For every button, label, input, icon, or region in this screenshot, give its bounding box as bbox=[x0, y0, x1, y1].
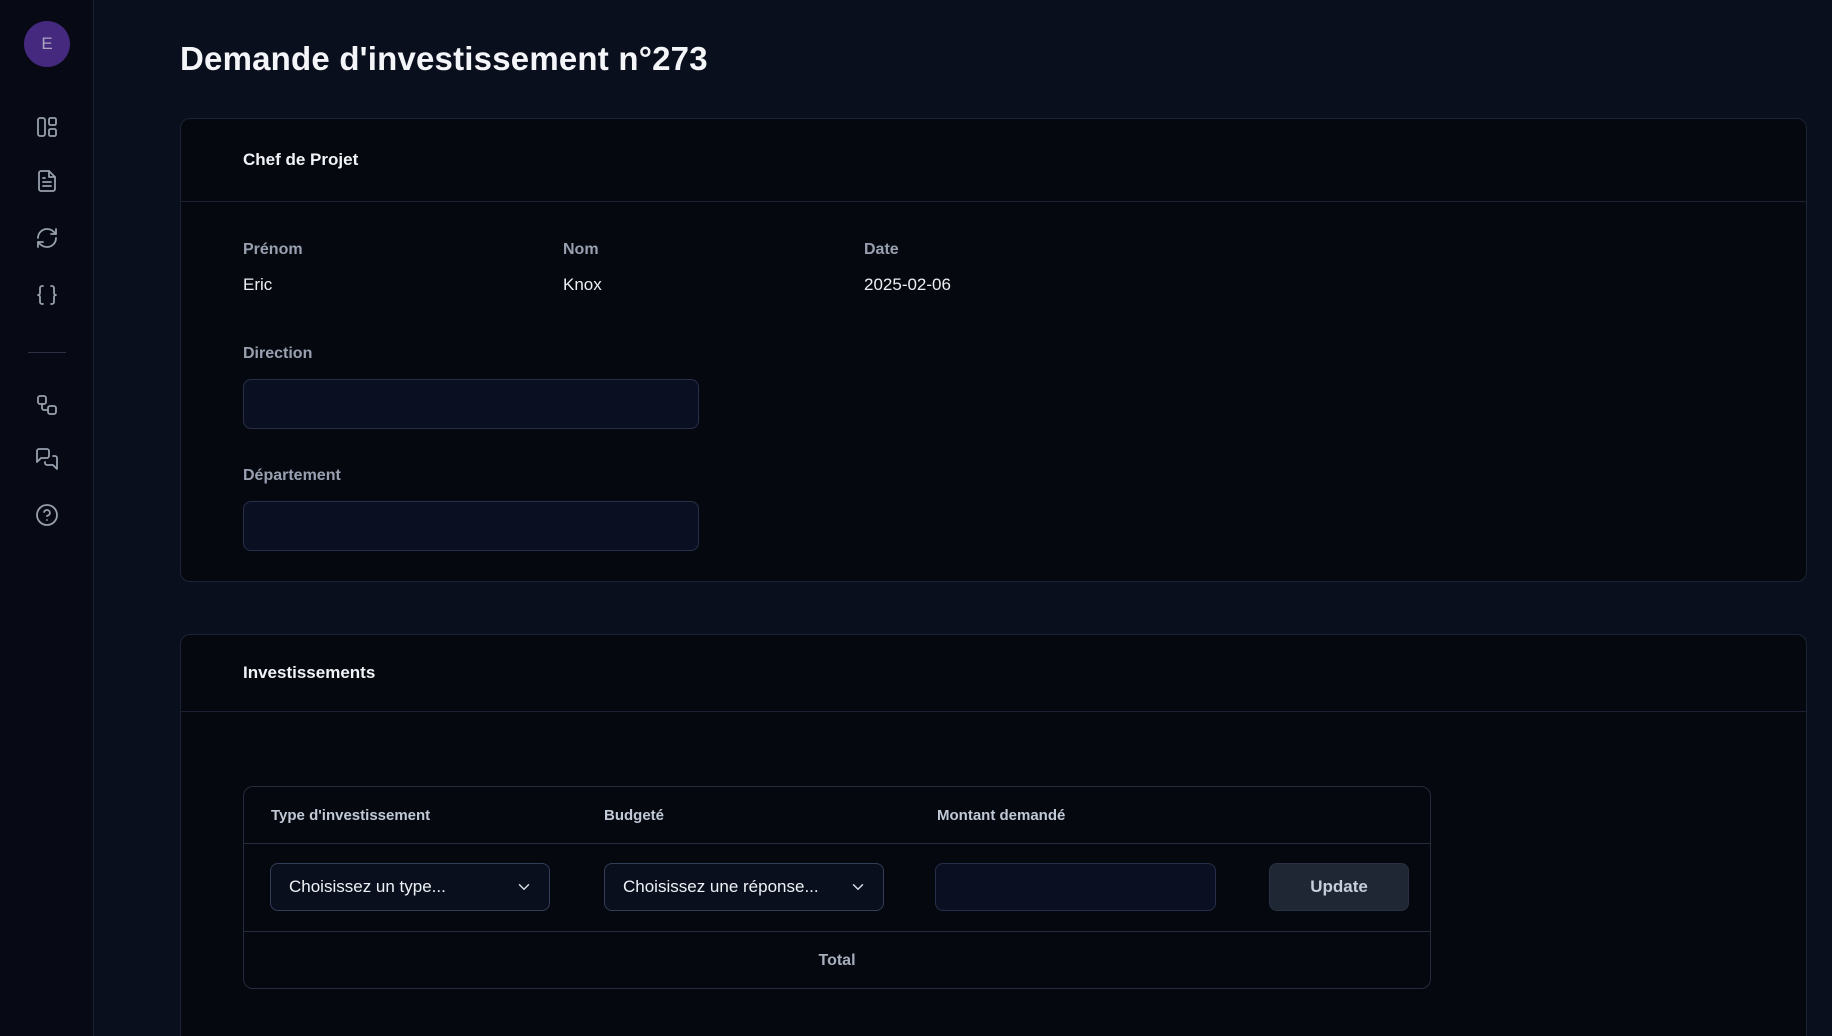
prenom-value: Eric bbox=[243, 275, 272, 295]
total-row: Total bbox=[244, 932, 1430, 989]
sync-icon[interactable] bbox=[35, 226, 59, 250]
prenom-label: Prénom bbox=[243, 241, 303, 259]
project-leader-card-title: Chef de Projet bbox=[181, 119, 1806, 202]
sidebar-divider bbox=[28, 352, 66, 353]
date-value: 2025-02-06 bbox=[864, 275, 951, 295]
investments-table: Type d'investissement Budgeté Montant de… bbox=[243, 786, 1431, 989]
investments-card: Investissements Type d'investissement Bu… bbox=[180, 634, 1807, 1036]
col-header-montant: Montant demandé bbox=[937, 787, 1065, 844]
investments-card-title: Investissements bbox=[181, 635, 1806, 712]
nom-label: Nom bbox=[563, 241, 599, 259]
budget-select[interactable]: Choisissez une réponse... bbox=[604, 863, 884, 911]
help-icon[interactable] bbox=[35, 503, 59, 527]
type-select[interactable]: Choisissez un type... bbox=[270, 863, 550, 911]
col-header-type: Type d'investissement bbox=[271, 787, 430, 844]
departement-label: Département bbox=[243, 467, 341, 485]
workflow-icon[interactable] bbox=[35, 393, 59, 417]
update-button[interactable]: Update bbox=[1269, 863, 1409, 911]
braces-icon[interactable] bbox=[35, 283, 59, 307]
direction-input[interactable] bbox=[243, 379, 699, 429]
col-header-budget: Budgeté bbox=[604, 787, 664, 844]
date-label: Date bbox=[864, 241, 899, 259]
dashboard-icon[interactable] bbox=[35, 115, 59, 139]
app-screen: E bbox=[0, 0, 1832, 1036]
budget-select-value: Choisissez une réponse... bbox=[623, 877, 819, 897]
avatar-letter: E bbox=[41, 34, 52, 54]
investments-table-row: Choisissez un type... Choisissez une rép… bbox=[244, 844, 1430, 932]
user-avatar[interactable]: E bbox=[24, 21, 70, 67]
total-label: Total bbox=[818, 952, 855, 970]
page-title: Demande d'investissement n°273 bbox=[180, 40, 708, 78]
investments-table-header-row: Type d'investissement Budgeté Montant de… bbox=[244, 787, 1430, 844]
chat-icon[interactable] bbox=[35, 447, 59, 471]
amount-input[interactable] bbox=[935, 863, 1216, 911]
project-leader-card: Chef de Projet Prénom Nom Date Eric Knox… bbox=[180, 118, 1807, 582]
nom-value: Knox bbox=[563, 275, 602, 295]
chevron-down-icon bbox=[849, 878, 867, 896]
sidebar: E bbox=[0, 0, 94, 1036]
type-select-value: Choisissez un type... bbox=[289, 877, 446, 897]
direction-label: Direction bbox=[243, 345, 312, 363]
departement-input[interactable] bbox=[243, 501, 699, 551]
chevron-down-icon bbox=[515, 878, 533, 896]
file-text-icon[interactable] bbox=[35, 169, 59, 193]
